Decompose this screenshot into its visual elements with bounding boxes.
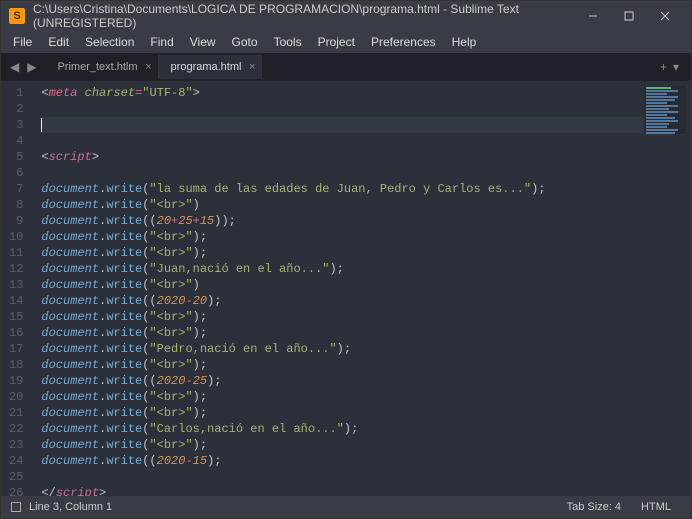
close-icon[interactable]: ×: [249, 61, 255, 73]
panel-switcher-icon[interactable]: [11, 502, 21, 512]
status-cursor: Line 3, Column 1: [29, 501, 112, 513]
menu-selection[interactable]: Selection: [77, 35, 142, 49]
menu-find[interactable]: Find: [142, 35, 181, 49]
tab-primer-text[interactable]: Primer_text.htlm ×: [45, 55, 158, 79]
window-controls: [575, 1, 683, 31]
editor[interactable]: 1234567891011121314151617181920212223242…: [1, 81, 691, 496]
tab-dropdown-icon[interactable]: ▾: [673, 60, 679, 74]
menu-tools[interactable]: Tools: [266, 35, 310, 49]
menu-file[interactable]: File: [5, 35, 40, 49]
menu-edit[interactable]: Edit: [40, 35, 77, 49]
tab-label: Primer_text.htlm: [57, 61, 137, 73]
tab-nav-left-icon[interactable]: ◀: [7, 60, 22, 74]
new-tab-icon[interactable]: +: [660, 60, 667, 74]
tab-nav-right-icon[interactable]: ▶: [24, 60, 39, 74]
tab-nav-arrows: ◀ ▶: [7, 60, 39, 74]
minimap[interactable]: [643, 85, 687, 135]
menu-goto[interactable]: Goto: [224, 35, 266, 49]
menu-view[interactable]: View: [182, 35, 224, 49]
code-area[interactable]: <meta charset="UTF-8"> <script> document…: [33, 81, 691, 496]
titlebar: S C:\Users\Cristina\Documents\LOGICA DE …: [1, 1, 691, 31]
status-syntax[interactable]: HTML: [631, 501, 681, 513]
maximize-button[interactable]: [611, 1, 647, 31]
menubar: File Edit Selection Find View Goto Tools…: [1, 31, 691, 53]
close-icon[interactable]: ×: [145, 61, 151, 73]
app-icon: S: [9, 8, 25, 24]
menu-project[interactable]: Project: [310, 35, 363, 49]
menu-help[interactable]: Help: [444, 35, 485, 49]
menu-preferences[interactable]: Preferences: [363, 35, 444, 49]
tab-programa[interactable]: programa.html ×: [159, 55, 263, 79]
close-button[interactable]: [647, 1, 683, 31]
tab-label: programa.html: [171, 61, 242, 73]
window-title: C:\Users\Cristina\Documents\LOGICA DE PR…: [33, 2, 575, 30]
gutter: 1234567891011121314151617181920212223242…: [1, 81, 33, 496]
statusbar: Line 3, Column 1 Tab Size: 4 HTML: [1, 496, 691, 518]
status-tab-size[interactable]: Tab Size: 4: [557, 501, 631, 513]
tabbar: ◀ ▶ Primer_text.htlm × programa.html × +…: [1, 53, 691, 81]
minimize-button[interactable]: [575, 1, 611, 31]
